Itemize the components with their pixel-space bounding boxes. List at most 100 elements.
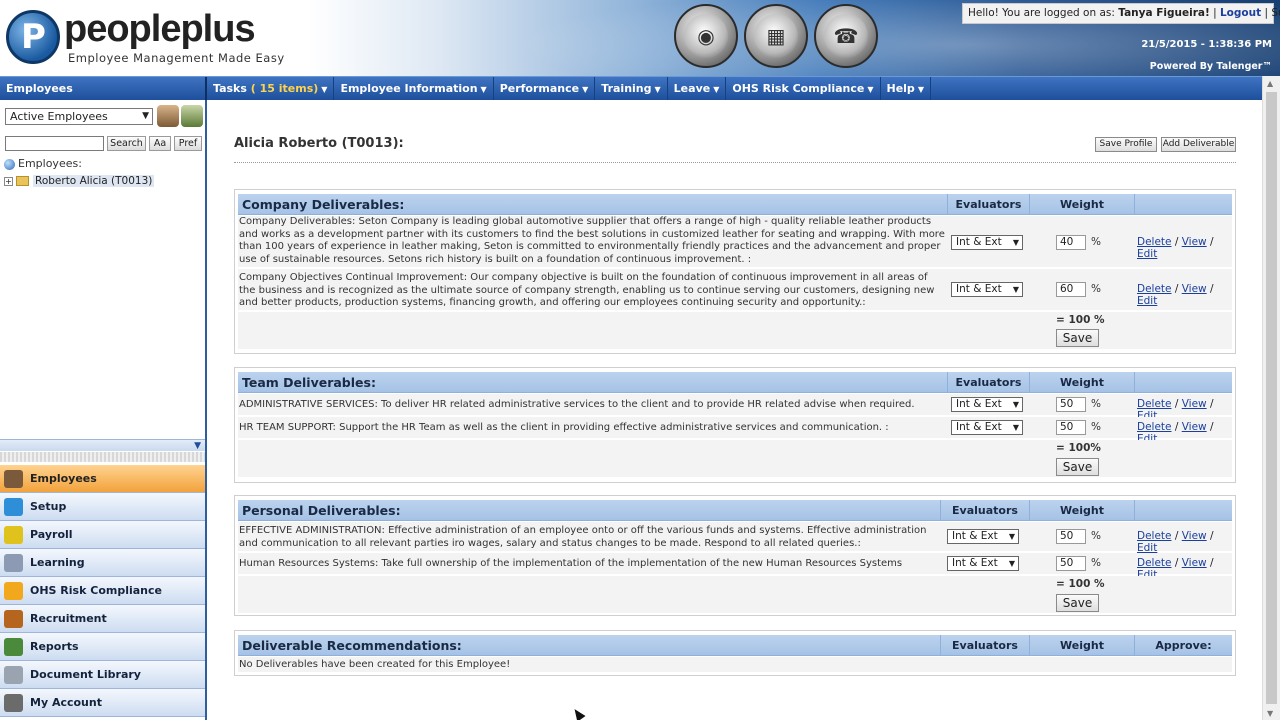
account-icon xyxy=(4,694,23,712)
setup-icon xyxy=(4,498,23,516)
chevron-down-icon: ▼ xyxy=(321,85,328,94)
nav-tasks[interactable]: Tasks ( 15 items) ▼ xyxy=(207,77,335,101)
edit-link[interactable]: Edit xyxy=(1137,248,1157,260)
personal-deliverables-section: Personal Deliverables: Evaluators Weight… xyxy=(234,495,1236,616)
case-toggle-button[interactable]: Aa xyxy=(149,136,171,151)
powered-by: Powered By Talenger™ xyxy=(1149,61,1272,72)
deliverable-text: Company Objectives Continual Improvement… xyxy=(239,272,935,308)
view-link[interactable]: View xyxy=(1182,421,1207,433)
chevron-down-icon: ▼ xyxy=(867,85,874,94)
delete-link[interactable]: Delete xyxy=(1137,421,1172,433)
delete-link[interactable]: Delete xyxy=(1137,236,1172,248)
preferences-button[interactable]: Pref xyxy=(174,136,202,151)
weight-input[interactable]: 60 xyxy=(1056,282,1086,297)
save-profile-button[interactable]: Save Profile xyxy=(1095,137,1157,152)
view-link[interactable]: View xyxy=(1182,236,1207,248)
tree-node-employee[interactable]: + Roberto Alicia (T0013) xyxy=(4,173,202,189)
camera-icon[interactable]: ◉ xyxy=(674,4,738,68)
evaluator-select[interactable]: Int & Ext ▼ xyxy=(951,235,1023,250)
delete-link[interactable]: Delete xyxy=(1137,398,1172,410)
module-learning[interactable]: Learning xyxy=(0,549,205,577)
section-header: Personal Deliverables: Evaluators Weight xyxy=(238,500,1232,521)
nav-leave[interactable]: Leave ▼ xyxy=(668,77,727,101)
evaluator-select[interactable]: Int & Ext ▼ xyxy=(951,420,1023,435)
scroll-up-icon[interactable]: ▲ xyxy=(1267,79,1273,88)
module-ohs-risk-compliance[interactable]: OHS Risk Compliance xyxy=(0,577,205,605)
view-link[interactable]: View xyxy=(1182,557,1207,569)
sidebar: Active Employees ▼ Search Aa Pref Employe… xyxy=(0,100,207,720)
table-row: Company Deliverables: Seton Company is l… xyxy=(238,216,1232,268)
module-recruitment[interactable]: Recruitment xyxy=(0,605,205,633)
weight-input[interactable]: 50 xyxy=(1056,397,1086,412)
evaluator-select[interactable]: Int & Ext ▼ xyxy=(951,397,1023,412)
employee-search-input[interactable] xyxy=(5,136,104,151)
section-header: Company Deliverables: Evaluators Weight xyxy=(238,194,1232,215)
logo-tagline: Employee Management Made Easy xyxy=(68,51,285,65)
nav-training[interactable]: Training ▼ xyxy=(595,77,668,101)
percent-sign: % xyxy=(1091,398,1101,410)
col-evaluators: Evaluators xyxy=(955,198,1022,211)
scroll-down-icon[interactable]: ▼ xyxy=(1267,709,1273,718)
nav-help[interactable]: Help ▼ xyxy=(881,77,931,101)
books-icon[interactable]: ▦ xyxy=(744,4,808,68)
people-group-icon[interactable] xyxy=(157,105,179,127)
weight-total: = 100 % xyxy=(1056,314,1105,326)
page-scrollbar[interactable]: ▲ ▼ xyxy=(1262,76,1280,720)
view-link[interactable]: View xyxy=(1182,398,1207,410)
add-person-icon[interactable] xyxy=(181,105,203,127)
module-reports[interactable]: Reports xyxy=(0,633,205,661)
evaluator-select[interactable]: Int & Ext ▼ xyxy=(951,282,1023,297)
edit-link[interactable]: Edit xyxy=(1137,295,1157,307)
module-my-account[interactable]: My Account xyxy=(0,689,205,717)
delete-link[interactable]: Delete xyxy=(1137,283,1172,295)
employee-filter-select[interactable]: Active Employees ▼ xyxy=(5,108,153,125)
expand-icon[interactable]: + xyxy=(4,176,13,186)
logo-mark-icon: P xyxy=(6,10,60,64)
percent-sign: % xyxy=(1091,236,1101,248)
total-row: = 100 % Save xyxy=(238,312,1232,350)
weight-input[interactable]: 50 xyxy=(1056,556,1086,571)
team-deliverables-section: Team Deliverables: Evaluators Weight ADM… xyxy=(234,367,1236,483)
delete-link[interactable]: Delete xyxy=(1137,530,1172,542)
table-row: Human Resources Systems: Take full owner… xyxy=(238,553,1232,581)
col-evaluators: Evaluators xyxy=(952,639,1018,652)
panel-divider[interactable] xyxy=(0,452,205,462)
logout-link[interactable]: Logout xyxy=(1220,7,1261,19)
chevron-down-icon[interactable]: ▼ xyxy=(194,441,201,451)
weight-input[interactable]: 40 xyxy=(1056,235,1086,250)
nav-performance[interactable]: Performance ▼ xyxy=(494,77,596,101)
add-deliverable-button[interactable]: Add Deliverable xyxy=(1161,137,1236,152)
save-button[interactable]: Save xyxy=(1056,458,1099,476)
nav-ohs-risk-compliance[interactable]: OHS Risk Compliance ▼ xyxy=(726,77,881,101)
weight-input[interactable]: 50 xyxy=(1056,420,1086,435)
headset-icon[interactable]: ☎ xyxy=(814,4,878,68)
main-content: Alicia Roberto (T0013): Save Profile Add… xyxy=(209,100,1262,720)
table-row: ADMINISTRATIVE SERVICES: To deliver HR r… xyxy=(238,394,1232,422)
total-row: = 100 % Save xyxy=(238,576,1232,614)
module-employees[interactable]: Employees xyxy=(0,465,205,493)
evaluator-select[interactable]: Int & Ext ▼ xyxy=(947,556,1019,571)
delete-link[interactable]: Delete xyxy=(1137,557,1172,569)
tree-scroll-strip[interactable]: ▼ xyxy=(0,439,205,451)
evaluator-select[interactable]: Int & Ext ▼ xyxy=(947,529,1019,544)
main-nav: Employees Tasks ( 15 items) ▼ Employee In… xyxy=(0,76,1262,101)
weight-input[interactable]: 50 xyxy=(1056,529,1086,544)
view-link[interactable]: View xyxy=(1182,530,1207,542)
search-button[interactable]: Search xyxy=(107,136,146,151)
module-list: Employees Setup Payroll Learning OHS Ris… xyxy=(0,465,205,717)
greeting-text: Hello! You are logged on as: xyxy=(968,7,1115,19)
module-document-library[interactable]: Document Library xyxy=(0,661,205,689)
nav-employee-information[interactable]: Employee Information ▼ xyxy=(334,77,494,101)
view-link[interactable]: View xyxy=(1182,283,1207,295)
module-payroll[interactable]: Payroll xyxy=(0,521,205,549)
chevron-down-icon: ▼ xyxy=(654,85,661,94)
save-button[interactable]: Save xyxy=(1056,329,1099,347)
empty-message: No Deliverables have been created for th… xyxy=(239,659,511,670)
section-title: Company Deliverables: xyxy=(242,197,405,212)
save-button[interactable]: Save xyxy=(1056,594,1099,612)
scroll-thumb[interactable] xyxy=(1266,92,1277,704)
datetime: 21/5/2015 - 1:38:36 PM xyxy=(1141,39,1272,50)
support-link[interactable]: Support xyxy=(1271,7,1280,19)
table-row: EFFECTIVE ADMINISTRATION: Effective admi… xyxy=(238,522,1232,554)
module-setup[interactable]: Setup xyxy=(0,493,205,521)
